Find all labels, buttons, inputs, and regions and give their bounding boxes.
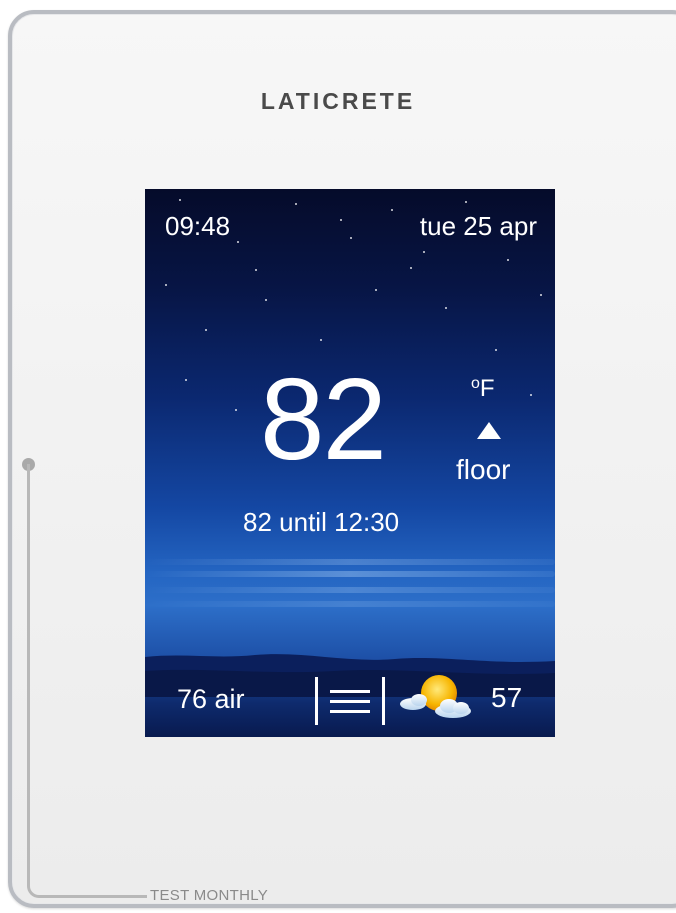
hamburger-menu-icon	[330, 690, 370, 693]
hamburger-menu-icon-bar	[330, 700, 370, 703]
hamburger-menu-icon-bar	[330, 710, 370, 713]
temperature-unit: oF	[471, 375, 495, 403]
air-temperature-reading: 76 air	[177, 684, 245, 714]
up-arrow-icon[interactable]	[477, 422, 501, 439]
touch-screen[interactable]: 09:48 tue 25 apr 82 oF floor 82 until 12…	[145, 189, 555, 737]
schedule-status: 82 until 12:30	[243, 507, 400, 537]
setpoint-temperature[interactable]: 82	[260, 361, 387, 477]
sensor-mode-label[interactable]: floor	[456, 454, 510, 486]
menu-button[interactable]	[315, 677, 385, 725]
clock-time: 09:48	[165, 211, 231, 241]
gfci-indicator-line	[27, 464, 147, 898]
unit-letter: F	[479, 375, 495, 402]
test-monthly-label: TEST MONTHLY	[150, 887, 269, 904]
brand-logo: LATICRETE	[260, 88, 416, 114]
outdoor-temperature: 57	[491, 682, 523, 713]
clock-date: tue 25 apr	[419, 211, 537, 241]
partly-cloudy-sun-icon[interactable]	[399, 673, 475, 721]
degree-symbol: o	[471, 375, 480, 392]
